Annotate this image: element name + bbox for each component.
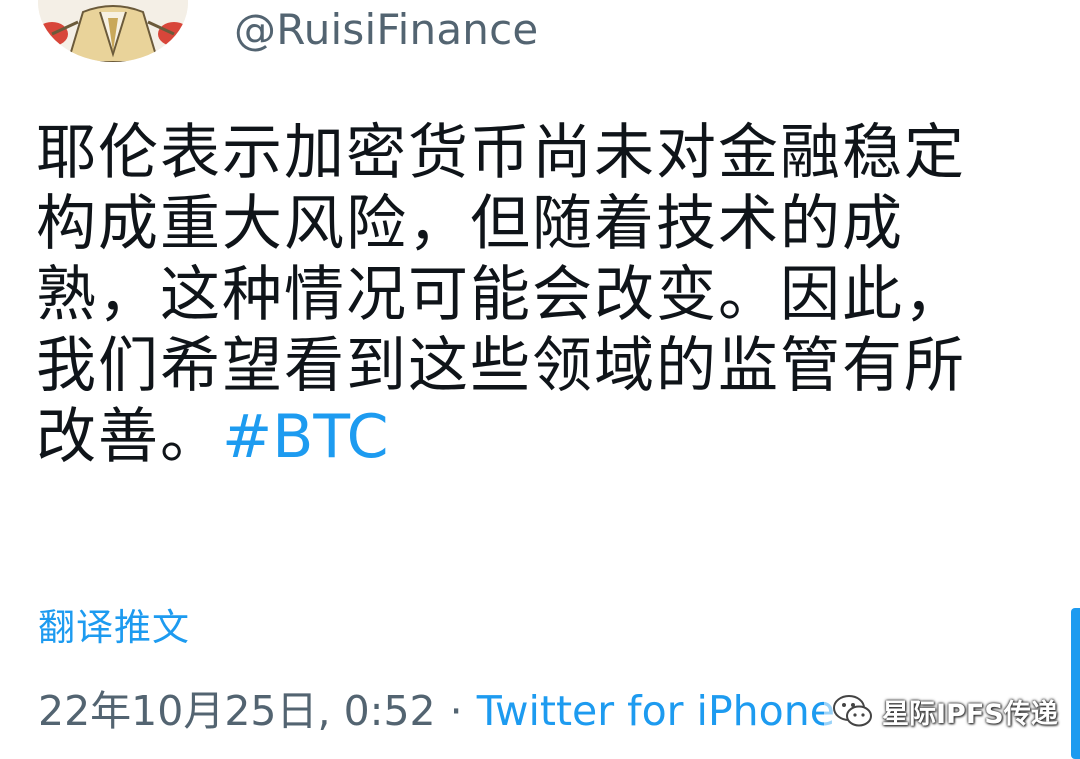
watermark-text: 星际IPFS传递 — [882, 698, 1058, 730]
meta-separator: · — [449, 687, 463, 735]
tweet-text-last-line: 改善。#BTC — [36, 402, 1036, 473]
tweet-meta: 22年10月25日, 0:52 · Twitter for iPhone — [38, 684, 835, 738]
watermark: 星际IPFS传递 — [824, 685, 1066, 737]
tweet-text-line: 构成重大风险，但随着技术的成 — [36, 189, 904, 259]
wechat-icon — [833, 695, 872, 727]
hashtag-link[interactable]: #BTC — [222, 402, 388, 472]
scrollbar[interactable] — [1071, 608, 1080, 759]
author-handle[interactable]: @RuisiFinance — [234, 4, 538, 56]
tweet-text-line: 熟，这种情况可能会改变。因此， — [36, 260, 966, 330]
avatar-illustration — [38, 0, 188, 62]
avatar[interactable] — [38, 0, 188, 62]
tweet-timestamp[interactable]: 22年10月25日, 0:52 — [38, 687, 436, 735]
tweet-source-link[interactable]: Twitter for iPhone — [477, 687, 835, 735]
translate-tweet-link[interactable]: 翻译推文 — [38, 604, 190, 652]
tweet-text: 耶伦表示加密货币尚未对金融稳定 构成重大风险，但随着技术的成 熟，这种情况可能会… — [36, 118, 1036, 473]
tweet-text-line: 耶伦表示加密货币尚未对金融稳定 — [36, 118, 966, 188]
tweet-text-line: 我们希望看到这些领域的监管有所 — [36, 331, 966, 401]
tweet-text-segment: 改善。 — [36, 402, 222, 472]
